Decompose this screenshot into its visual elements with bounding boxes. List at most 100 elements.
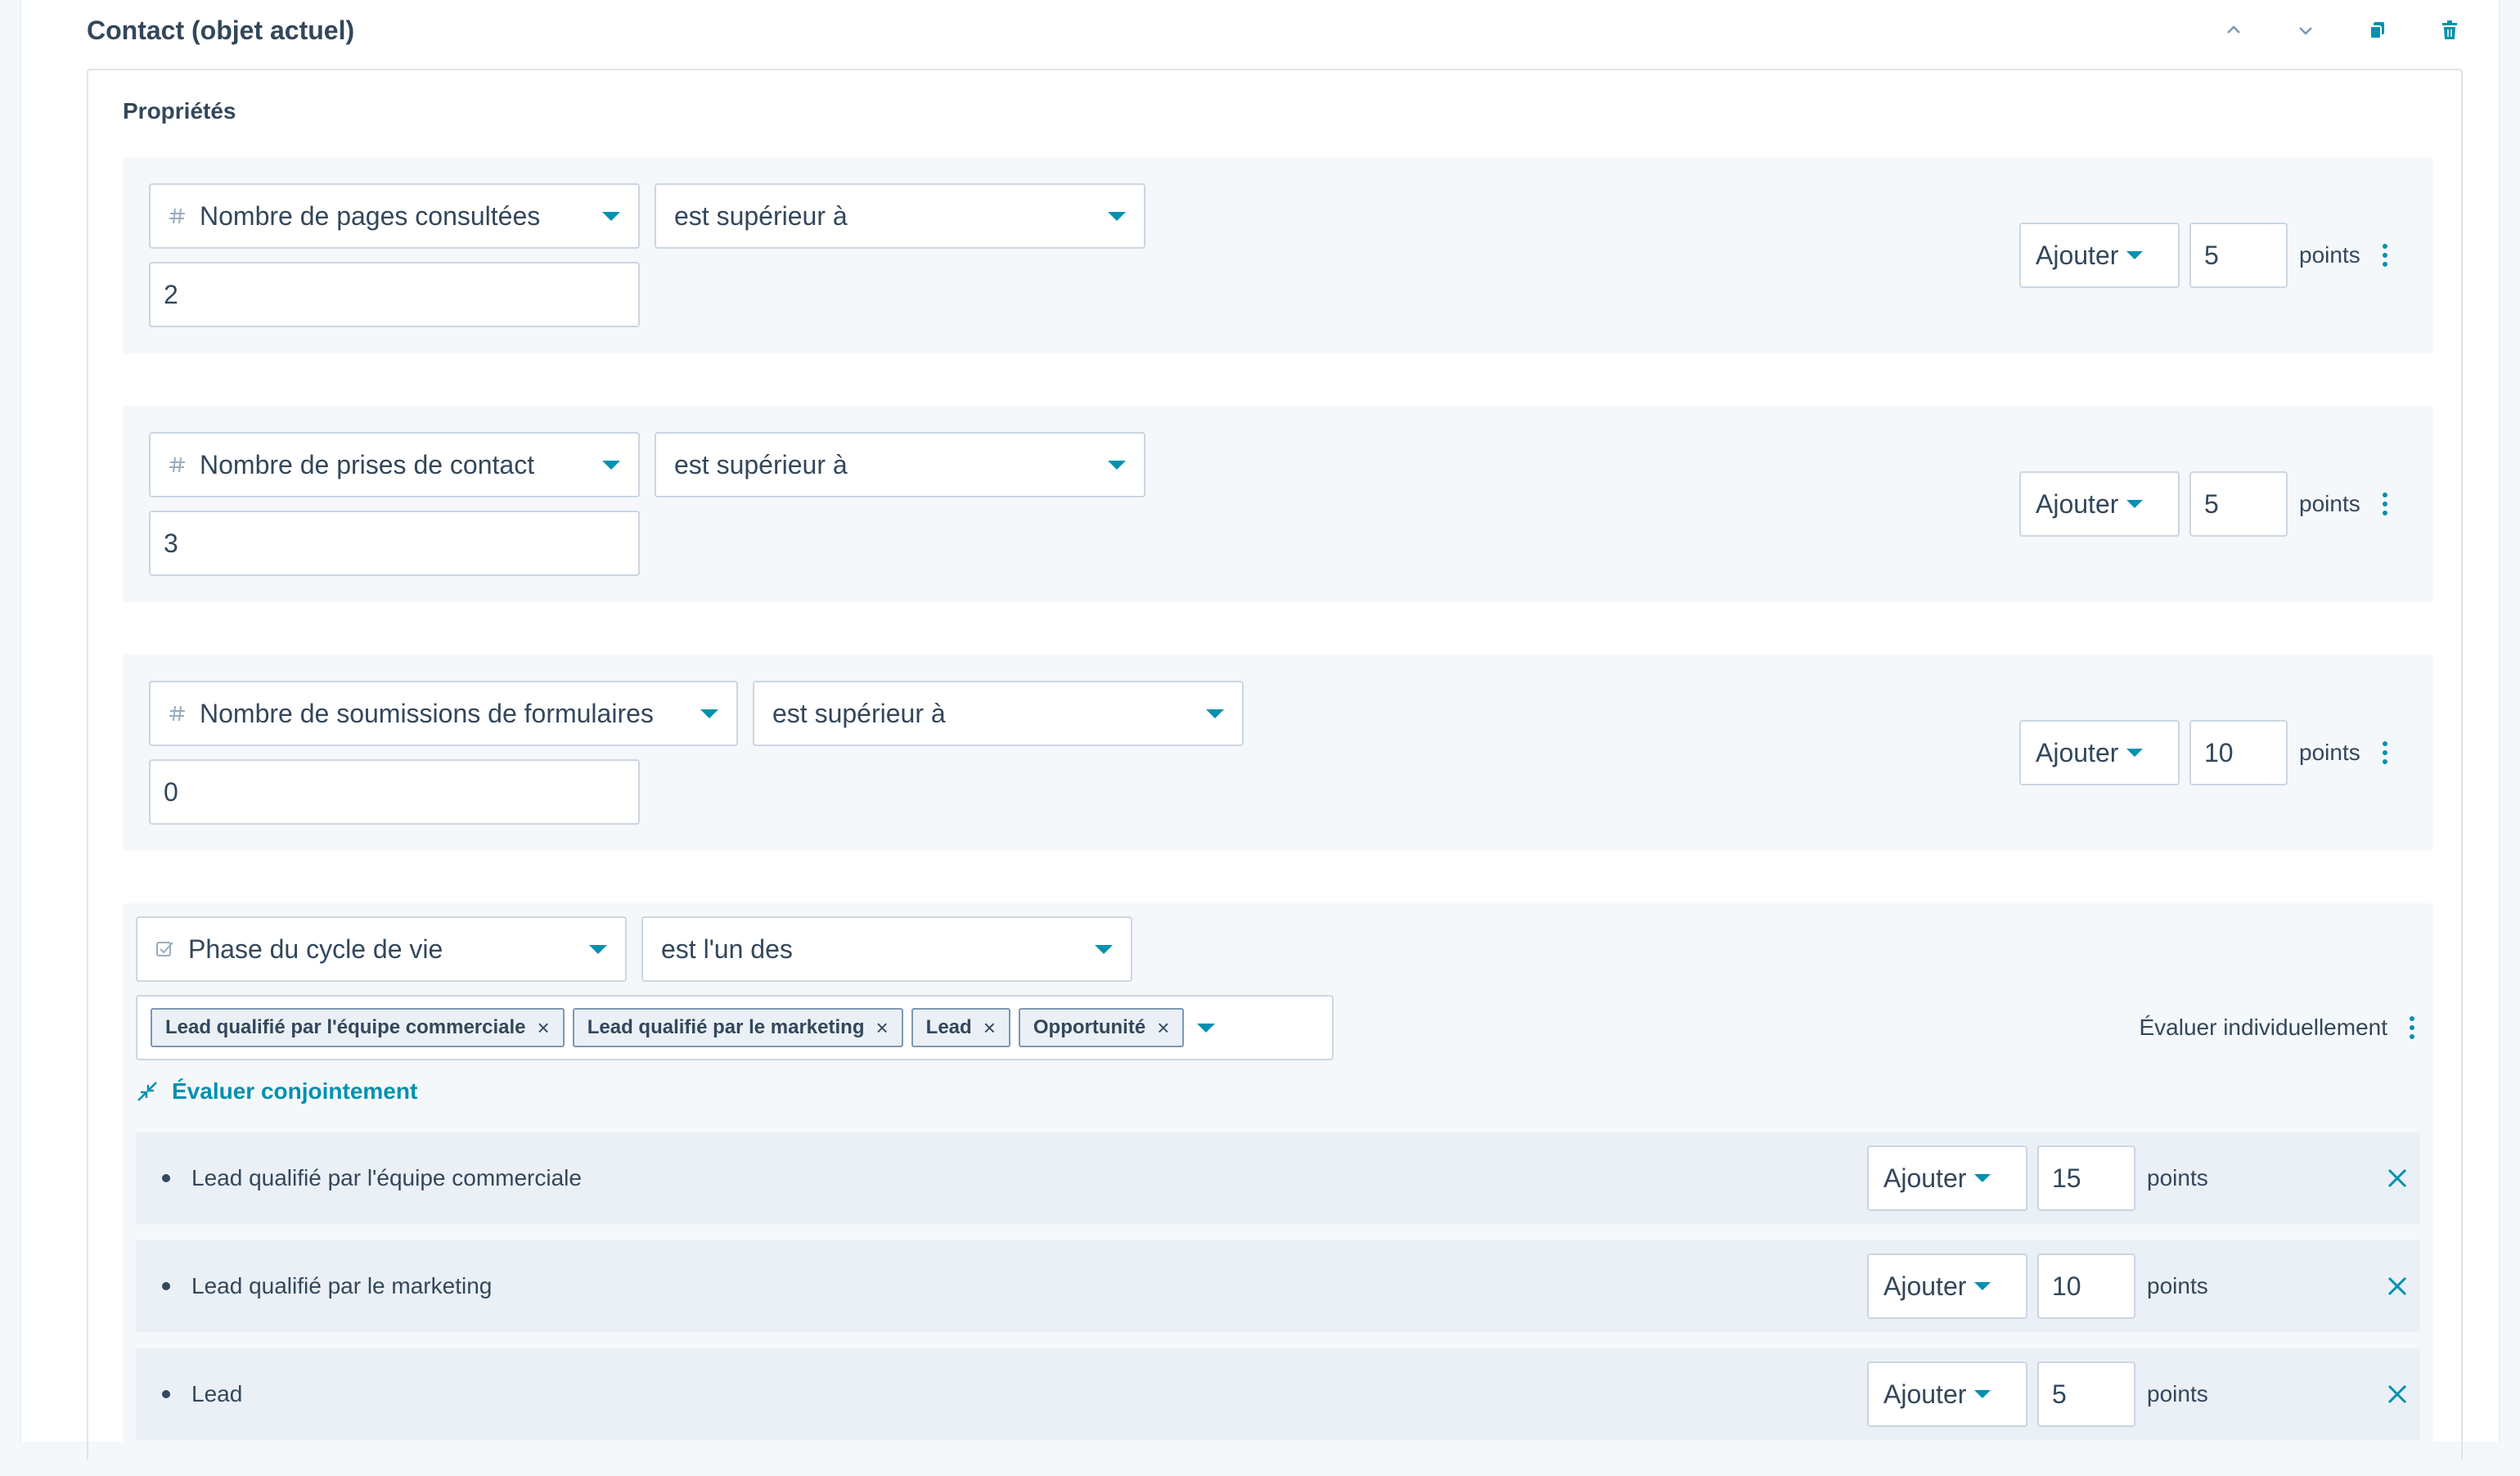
lifecycle-item-row: Lead Ajouter 5 points xyxy=(136,1348,2420,1440)
caret-down-icon[interactable] xyxy=(1197,1023,1216,1033)
more-vertical-icon[interactable] xyxy=(2404,1011,2420,1044)
tag-chip: Opportunité × xyxy=(1018,1008,1185,1047)
caret-down-icon xyxy=(2126,500,2144,508)
bullet xyxy=(162,1174,170,1182)
caret-down-icon xyxy=(602,460,620,470)
points-label: points xyxy=(2299,242,2360,268)
caret-down-icon xyxy=(1108,460,1126,470)
close-icon[interactable]: × xyxy=(983,1015,996,1041)
tag-label: Lead qualifié par le marketing xyxy=(587,1016,865,1038)
property-select[interactable]: Nombre de soumissions de formulaires xyxy=(149,681,738,746)
close-icon[interactable]: × xyxy=(538,1015,550,1041)
property-select-label: Nombre de prises de contact xyxy=(200,449,535,479)
caret-down-icon xyxy=(602,211,620,221)
points-label: points xyxy=(2299,491,2360,516)
action-select[interactable]: Ajouter xyxy=(2019,471,2180,537)
tag-label: Lead qualifié par l'équipe commerciale xyxy=(165,1016,526,1038)
operator-select[interactable]: est supérieur à xyxy=(753,681,1244,746)
more-vertical-icon[interactable] xyxy=(2377,488,2393,520)
copy-icon[interactable] xyxy=(2365,17,2391,43)
section-label: Propriétés xyxy=(123,98,236,124)
score-controls: Ajouter 10 points xyxy=(1867,1253,2208,1319)
tag-chip: Lead qualifié par le marketing × xyxy=(572,1008,903,1047)
action-select-label: Ajouter xyxy=(2036,488,2119,519)
chevron-down-icon[interactable] xyxy=(2293,17,2319,43)
operator-select[interactable]: est supérieur à xyxy=(655,432,1145,497)
hash-icon xyxy=(169,207,187,225)
close-icon[interactable]: × xyxy=(1157,1015,1169,1041)
action-select-label: Ajouter xyxy=(1883,1379,1967,1409)
operator-select[interactable]: est l'un des xyxy=(641,916,1132,982)
points-input[interactable]: 5 xyxy=(2189,223,2288,288)
property-rule: Nombre de prises de contact est supérieu… xyxy=(123,406,2433,602)
group-title: Contact (objet actuel) xyxy=(87,15,355,45)
property-rule: Nombre de pages consultées est supérieur… xyxy=(123,157,2433,353)
tag-chip: Lead × xyxy=(911,1008,1010,1047)
value-input[interactable]: 0 xyxy=(149,759,640,825)
lifecycle-item-label: Lead qualifié par le marketing xyxy=(191,1273,493,1298)
caret-down-icon xyxy=(1974,1174,1991,1182)
trash-icon[interactable] xyxy=(2437,17,2463,43)
property-select-label: Nombre de pages consultées xyxy=(200,200,541,231)
action-select[interactable]: Ajouter xyxy=(1867,1145,2027,1211)
bullet xyxy=(162,1282,170,1290)
evaluate-individually: Évaluer individuellement xyxy=(2139,995,2420,1060)
evaluate-jointly-button[interactable]: Évaluer conjointement xyxy=(136,1072,417,1111)
lifecycle-item-label: Lead xyxy=(191,1381,243,1406)
tag-label: Lead xyxy=(925,1016,972,1038)
points-input[interactable]: 5 xyxy=(2189,471,2288,537)
hash-icon xyxy=(169,456,187,474)
group-body: Propriétés Nombre de pages consultées es… xyxy=(87,69,2463,1476)
caret-down-icon xyxy=(700,709,718,718)
caret-down-icon xyxy=(1206,709,1224,718)
score-controls: Ajouter 15 points xyxy=(1867,1145,2208,1211)
operator-select[interactable]: est supérieur à xyxy=(655,183,1145,249)
more-vertical-icon[interactable] xyxy=(2377,736,2393,769)
more-vertical-icon[interactable] xyxy=(2377,239,2393,272)
value-input[interactable]: 3 xyxy=(149,511,640,576)
evaluate-jointly-label: Évaluer conjointement xyxy=(172,1078,418,1104)
action-select[interactable]: Ajouter xyxy=(2019,720,2180,785)
caret-down-icon xyxy=(2126,251,2144,259)
score-controls: Ajouter 5 points xyxy=(1867,1361,2208,1427)
points-input[interactable]: 10 xyxy=(2037,1253,2135,1319)
caret-down-icon xyxy=(1974,1282,1991,1290)
close-icon[interactable] xyxy=(2381,1162,2414,1195)
property-rule: Nombre de soumissions de formulaires est… xyxy=(123,655,2433,851)
scoring-group-card: Contact (objet actuel) Propriétés Nombre… xyxy=(20,0,2500,1476)
action-select-label: Ajouter xyxy=(2036,737,2119,767)
property-select[interactable]: Nombre de prises de contact xyxy=(149,432,640,497)
lifecycle-item-label: Lead qualifié par l'équipe commerciale xyxy=(191,1165,582,1190)
action-select[interactable]: Ajouter xyxy=(1867,1361,2027,1427)
points-input[interactable]: 10 xyxy=(2189,720,2288,785)
close-icon[interactable]: × xyxy=(875,1015,888,1041)
bullet xyxy=(162,1390,170,1398)
operator-select-label: est supérieur à xyxy=(674,200,848,231)
property-select-label: Phase du cycle de vie xyxy=(188,934,443,964)
close-icon[interactable] xyxy=(2381,1378,2414,1411)
close-icon[interactable] xyxy=(2381,1270,2414,1303)
lifecycle-rule: Phase du cycle de vie est l'un des Lead … xyxy=(123,903,2433,1476)
points-input[interactable]: 15 xyxy=(2037,1145,2135,1211)
property-select[interactable]: Nombre de pages consultées xyxy=(149,183,640,249)
caret-down-icon xyxy=(1974,1390,1991,1398)
points-input[interactable]: 5 xyxy=(2037,1361,2135,1427)
lifecycle-tags-input[interactable]: Lead qualifié par l'équipe commerciale × … xyxy=(136,995,1334,1060)
property-select[interactable]: Phase du cycle de vie xyxy=(136,916,627,982)
group-header: Contact (objet actuel) xyxy=(87,0,2463,61)
lifecycle-item-row: Lead qualifié par l'équipe commerciale A… xyxy=(136,1132,2420,1224)
value-input[interactable]: 2 xyxy=(149,262,640,327)
operator-select-label: est l'un des xyxy=(661,934,793,964)
evaluate-individually-label: Évaluer individuellement xyxy=(2139,1015,2387,1040)
chevron-up-icon[interactable] xyxy=(2221,17,2247,43)
operator-select-label: est supérieur à xyxy=(674,449,848,479)
collapse-arrows-icon xyxy=(136,1080,159,1103)
points-label: points xyxy=(2147,1381,2208,1406)
caret-down-icon xyxy=(2126,749,2144,757)
score-controls: Ajouter 5 points xyxy=(2019,223,2393,288)
action-select[interactable]: Ajouter xyxy=(1867,1253,2027,1319)
lifecycle-item-row: Lead qualifié par le marketing Ajouter 1… xyxy=(136,1240,2420,1332)
action-select-label: Ajouter xyxy=(1883,1271,1967,1301)
caret-down-icon xyxy=(1095,944,1113,954)
action-select[interactable]: Ajouter xyxy=(2019,223,2180,288)
